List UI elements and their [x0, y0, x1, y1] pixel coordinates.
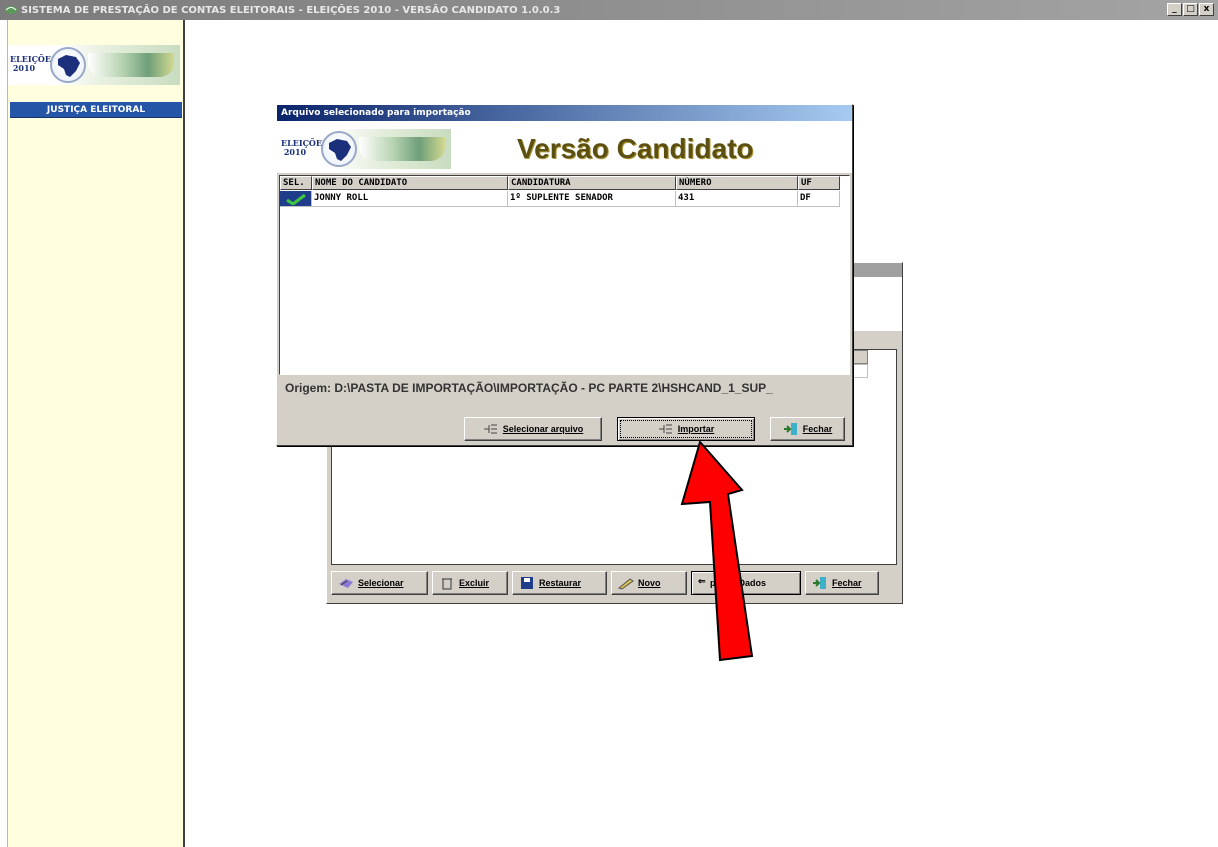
logo-line2: 2010 [12, 63, 36, 73]
dialog-button-bar: Selecionar arquivo Importar Fechar [277, 417, 852, 443]
dialog-brazil-globe-icon [321, 131, 357, 167]
checkmark-icon [285, 193, 306, 205]
cell-candidatura: 1º SUPLENTE SENADOR [508, 191, 676, 207]
cell-numero: 431 [676, 191, 798, 207]
dialog-header: ELEIÇÕES 2010 Versão Candidato [277, 121, 852, 173]
red-arrow-annotation [680, 440, 754, 662]
dialog-logo-line2: 2010 [283, 147, 307, 157]
fechar-button[interactable]: Fechar [805, 571, 879, 595]
floppy-disk-icon [521, 577, 533, 589]
exit-door-icon [783, 423, 797, 435]
origem-path: Origem: D:\PASTA DE IMPORTAÇÃO\IMPORTAÇÃ… [285, 381, 773, 395]
column-header-sel[interactable]: SEL. [280, 176, 312, 190]
app-logo-icon [5, 6, 17, 14]
restaurar-label: Restaurar [539, 578, 582, 588]
excluir-button[interactable]: Excluir [432, 571, 508, 595]
selecionar-arquivo-label: Selecionar arquivo [502, 424, 584, 434]
column-header-candidatura[interactable]: CANDIDATURA [508, 176, 676, 190]
flag-swoosh-icon [88, 53, 174, 77]
versao-candidato-heading: Versão Candidato [517, 133, 754, 164]
fechar-label: Fechar [832, 578, 862, 588]
dialog-eleicoes-logo: ELEIÇÕES 2010 [279, 129, 451, 169]
cell-nome: JONNY ROLL [312, 191, 508, 207]
dialog-fechar-button[interactable]: Fechar [770, 417, 845, 441]
hand-pointer-icon [339, 579, 353, 588]
grid-row-cell [852, 364, 868, 378]
column-header-numero[interactable]: NÚMERO [676, 176, 798, 190]
candidates-grid[interactable]: SEL. NOME DO CANDIDATO CANDIDATURA NÚMER… [279, 175, 850, 375]
grid-header-cell [852, 350, 868, 364]
exit-door-icon [813, 577, 826, 589]
trash-icon [442, 578, 452, 590]
cell-uf: DF [798, 191, 840, 207]
left-strip [0, 20, 8, 847]
logo-text: ELEIÇÕES 2010 [10, 55, 57, 73]
import-arrow-icon [658, 424, 672, 434]
close-button[interactable]: x [1199, 3, 1214, 16]
brazil-globe-icon [50, 47, 86, 83]
dialog-title: Arquivo selecionado para importação [277, 105, 852, 121]
importar-label: Importar [677, 424, 715, 434]
dialog-fechar-label: Fechar [802, 424, 833, 434]
table-row[interactable]: JONNY ROLL 1º SUPLENTE SENADOR 431 DF [280, 191, 840, 207]
column-header-nome[interactable]: NOME DO CANDIDATO [312, 176, 508, 190]
justica-eleitoral-bar[interactable]: JUSTIÇA ELEITORAL [10, 102, 182, 118]
sidebar: ELEIÇÕES 2010 JUSTIÇA ELEITORAL [8, 20, 185, 847]
sel-checkmark-cell[interactable] [280, 191, 312, 207]
selecionar-label: Selecionar [358, 578, 404, 588]
app-titlebar: SISTEMA DE PRESTAÇÃO DE CONTAS ELEITORAI… [0, 0, 1218, 20]
maximize-button[interactable]: □ [1183, 3, 1198, 16]
excluir-label: Excluir [459, 578, 490, 588]
app-title: SISTEMA DE PRESTAÇÃO DE CONTAS ELEITORAI… [21, 4, 561, 16]
background-button-bar: Selecionar Excluir Restaurar Novo ⇐ port… [331, 571, 879, 597]
restaurar-button[interactable]: Restaurar [512, 571, 607, 595]
selecionar-arquivo-button[interactable]: Selecionar arquivo [464, 417, 602, 441]
column-header-uf[interactable]: UF [798, 176, 840, 190]
import-arrow-icon [483, 424, 497, 434]
minimize-button[interactable]: _ [1167, 3, 1182, 16]
grid-header: SEL. NOME DO CANDIDATO CANDIDATURA NÚMER… [280, 176, 840, 190]
import-dialog: Arquivo selecionado para importação ELEI… [276, 104, 853, 446]
dialog-logo-text: ELEIÇÕES 2010 [281, 139, 328, 157]
pencil-icon [618, 578, 634, 590]
eleicoes-logo: ELEIÇÕES 2010 [8, 42, 182, 88]
window-controls: _ □ x [1167, 3, 1214, 16]
importar-button[interactable]: Importar [617, 417, 755, 441]
novo-label: Novo [638, 578, 661, 588]
dialog-flag-swoosh-icon [359, 137, 445, 161]
selecionar-button[interactable]: Selecionar [331, 571, 428, 595]
